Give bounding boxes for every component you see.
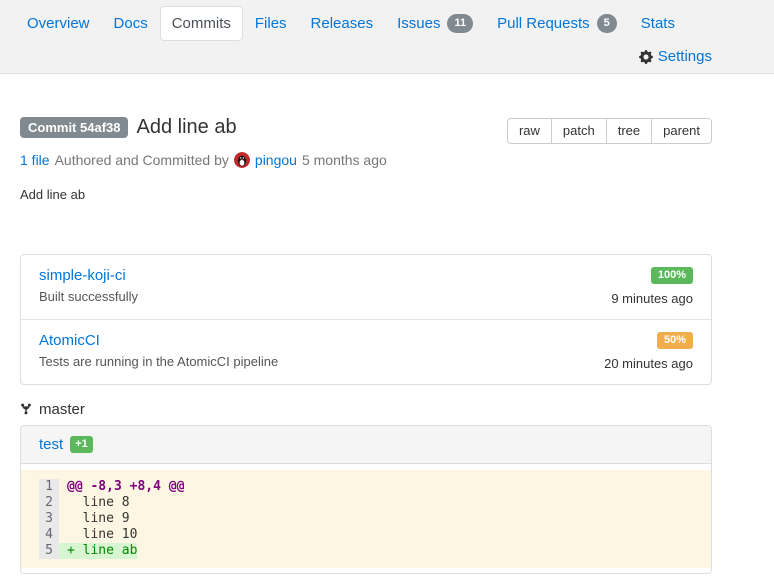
settings-label: Settings: [658, 48, 712, 65]
tab-stats[interactable]: Stats: [629, 6, 687, 41]
tab-overview[interactable]: Overview: [15, 6, 102, 41]
ci-status-text: Built successfully: [39, 289, 138, 304]
diff-line: 1@@ -8,3 +8,4 @@: [39, 479, 711, 495]
line-number[interactable]: 5: [39, 543, 59, 559]
tab-commits[interactable]: Commits: [160, 6, 243, 41]
author-avatar[interactable]: [234, 152, 250, 168]
issues-count-badge: 11: [447, 14, 473, 33]
line-text: + line ab: [59, 543, 137, 559]
commit-title: Add line ab: [136, 116, 236, 139]
diff-file-link[interactable]: test: [39, 436, 63, 453]
diff-line: 5+ line ab: [39, 543, 711, 559]
tab-docs[interactable]: Docs: [102, 6, 160, 41]
settings-row: Settings: [15, 48, 712, 65]
tree-button[interactable]: tree: [606, 118, 652, 144]
commit-meta: 1 file Authored and Committed by pingou …: [20, 152, 712, 168]
ci-link-atomicci[interactable]: AtomicCI: [39, 332, 100, 349]
commit-header: Commit 54af38 Add line ab raw patch tree…: [20, 116, 712, 144]
tab-issues[interactable]: Issues 11: [385, 5, 485, 42]
diff-line: 3 line 9: [39, 511, 711, 527]
commit-title-group: Commit 54af38 Add line ab: [20, 116, 237, 139]
commit-time: 5 months ago: [302, 152, 387, 168]
raw-button[interactable]: raw: [507, 118, 552, 144]
commit-byline: Authored and Committed by: [55, 152, 229, 168]
diff-panel: test +1 1@@ -8,3 +8,4 @@ 2 line 8 3 line…: [20, 425, 712, 574]
diff-code-block: 1@@ -8,3 +8,4 @@ 2 line 8 3 line 9 4 lin…: [21, 470, 711, 568]
commit-page: Commit 54af38 Add line ab raw patch tree…: [20, 116, 712, 574]
ci-status-panel: simple-koji-ci Built successfully 100% 9…: [20, 254, 712, 385]
line-text: @@ -8,3 +8,4 @@: [59, 479, 184, 495]
ci-result: 50% 20 minutes ago: [604, 332, 693, 371]
diff-file-header: test +1: [21, 426, 711, 464]
tab-pull-requests-label: Pull Requests: [497, 15, 590, 32]
line-number[interactable]: 1: [39, 479, 59, 495]
line-text: line 9: [59, 511, 130, 527]
commit-description: Add line ab: [20, 187, 712, 202]
diff-line: 2 line 8: [39, 495, 711, 511]
branch-icon: [20, 402, 32, 416]
files-link[interactable]: 1 file: [20, 152, 50, 168]
ci-time: 9 minutes ago: [611, 291, 693, 306]
tab-files[interactable]: Files: [243, 6, 299, 41]
branch-name: master: [39, 401, 85, 418]
line-number[interactable]: 2: [39, 495, 59, 511]
commit-action-buttons: raw patch tree parent: [507, 118, 712, 144]
tab-issues-label: Issues: [397, 15, 440, 32]
project-nav: Overview Docs Commits Files Releases Iss…: [15, 5, 712, 42]
line-text: line 10: [59, 527, 137, 543]
project-header: Overview Docs Commits Files Releases Iss…: [0, 0, 774, 74]
ci-info: AtomicCI Tests are running in the Atomic…: [39, 332, 278, 369]
diff-body: 1@@ -8,3 +8,4 @@ 2 line 8 3 line 9 4 lin…: [21, 464, 711, 573]
commit-hash-badge: Commit 54af38: [20, 117, 128, 138]
ci-result: 100% 9 minutes ago: [611, 267, 693, 306]
ci-link-simple-koji-ci[interactable]: simple-koji-ci: [39, 267, 126, 284]
ci-row-atomicci: AtomicCI Tests are running in the Atomic…: [21, 319, 711, 384]
tab-releases[interactable]: Releases: [299, 6, 386, 41]
line-number[interactable]: 3: [39, 511, 59, 527]
ci-row-simple-koji-ci: simple-koji-ci Built successfully 100% 9…: [21, 255, 711, 319]
diff-line: 4 line 10: [39, 527, 711, 543]
ci-percent-badge: 100%: [651, 267, 693, 284]
diff-changes-badge: +1: [70, 436, 93, 453]
patch-button[interactable]: patch: [551, 118, 607, 144]
author-link[interactable]: pingou: [255, 152, 297, 168]
line-number[interactable]: 4: [39, 527, 59, 543]
ci-status-text: Tests are running in the AtomicCI pipeli…: [39, 354, 278, 369]
gear-icon: [639, 50, 653, 64]
settings-link[interactable]: Settings: [639, 48, 712, 65]
parent-button[interactable]: parent: [651, 118, 712, 144]
line-text: line 8: [59, 495, 130, 511]
tab-pull-requests[interactable]: Pull Requests 5: [485, 5, 629, 42]
pull-requests-count-badge: 5: [597, 14, 617, 33]
ci-percent-badge: 50%: [657, 332, 693, 349]
ci-time: 20 minutes ago: [604, 356, 693, 371]
branch-row: master: [20, 401, 712, 418]
ci-info: simple-koji-ci Built successfully: [39, 267, 138, 304]
